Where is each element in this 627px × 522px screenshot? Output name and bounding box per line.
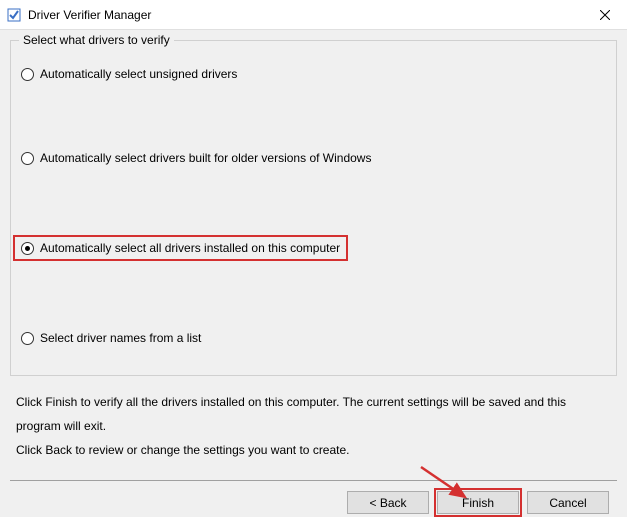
finish-button[interactable]: Finish — [437, 491, 519, 514]
radio-older[interactable]: Automatically select drivers built for o… — [21, 151, 606, 165]
separator — [10, 480, 617, 481]
cancel-button[interactable]: Cancel — [527, 491, 609, 514]
button-row: < Back Finish Cancel — [10, 491, 617, 522]
radio-label-list: Select driver names from a list — [40, 331, 201, 345]
info-text: Click Finish to verify all the drivers i… — [16, 390, 611, 462]
radio-icon — [21, 332, 34, 345]
radio-list[interactable]: Select driver names from a list — [21, 331, 606, 345]
radio-label-all: Automatically select all drivers install… — [40, 241, 340, 255]
info-line1: Click Finish to verify all the drivers i… — [16, 390, 611, 438]
driver-select-group: Select what drivers to verify Automatica… — [10, 40, 617, 376]
app-icon — [6, 7, 22, 23]
back-button[interactable]: < Back — [347, 491, 429, 514]
close-button[interactable] — [582, 0, 627, 30]
radio-icon — [21, 68, 34, 81]
radio-icon — [21, 152, 34, 165]
window-title: Driver Verifier Manager — [28, 8, 582, 22]
titlebar: Driver Verifier Manager — [0, 0, 627, 30]
info-line2: Click Back to review or change the setti… — [16, 438, 611, 462]
group-legend: Select what drivers to verify — [19, 33, 174, 47]
radio-label-older: Automatically select drivers built for o… — [40, 151, 371, 165]
radio-icon — [21, 242, 34, 255]
highlight-box: Automatically select all drivers install… — [13, 235, 348, 261]
radio-unsigned[interactable]: Automatically select unsigned drivers — [21, 67, 606, 81]
content-area: Select what drivers to verify Automatica… — [0, 30, 627, 517]
radio-all[interactable]: Automatically select all drivers install… — [21, 241, 340, 255]
radio-label-unsigned: Automatically select unsigned drivers — [40, 67, 237, 81]
